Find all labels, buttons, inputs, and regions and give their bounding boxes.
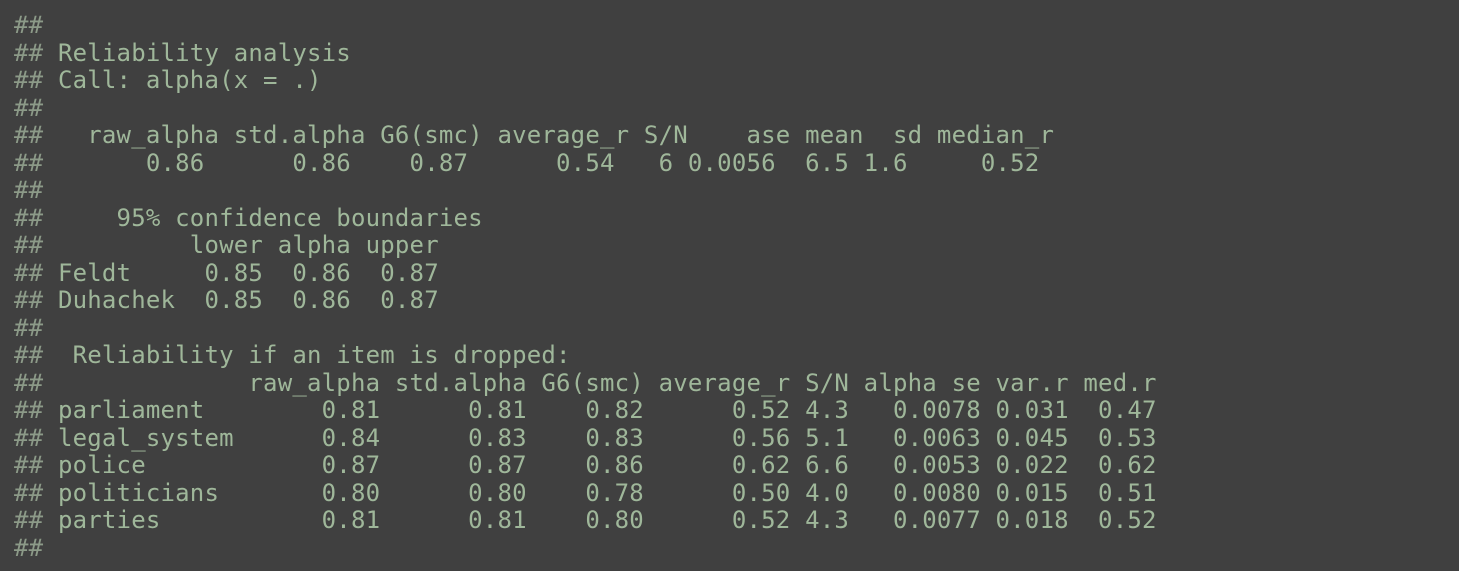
- line-text: politicians 0.80 0.80 0.78 0.50 4.0 0.00…: [43, 478, 1157, 507]
- line-text: parties 0.81 0.81 0.80 0.52 4.3 0.0077 0…: [43, 506, 1157, 534]
- console-line: ## parliament 0.81 0.81 0.82 0.52 4.3 0.…: [14, 396, 1459, 425]
- comment-prefix: ##: [14, 423, 44, 452]
- comment-prefix: ##: [14, 341, 44, 369]
- line-text: Duhachek 0.85 0.86 0.87: [43, 286, 439, 314]
- console-line: ## Reliability analysis: [14, 38, 1459, 68]
- comment-prefix: ##: [14, 176, 44, 204]
- console-line: ## lower alpha upper: [14, 231, 1459, 260]
- comment-prefix: ##: [14, 286, 44, 314]
- comment-prefix: ##: [14, 368, 44, 397]
- line-text: Reliability analysis: [43, 38, 351, 67]
- console-line: ## police 0.87 0.87 0.86 0.62 6.6 0.0053…: [14, 451, 1459, 480]
- comment-prefix: ##: [14, 451, 44, 479]
- comment-prefix: ##: [14, 121, 44, 149]
- comment-prefix: ##: [14, 11, 44, 39]
- comment-prefix: ##: [14, 203, 44, 232]
- line-text: Feldt 0.85 0.86 0.87: [43, 258, 439, 287]
- console-line: ## Duhachek 0.85 0.86 0.87: [14, 286, 1459, 315]
- console-line: ## politicians 0.80 0.80 0.78 0.50 4.0 0…: [14, 478, 1459, 508]
- console-line: ##: [14, 93, 1459, 123]
- comment-prefix: ##: [14, 148, 44, 177]
- line-text: 0.86 0.86 0.87 0.54 6 0.0056 6.5 1.6 0.5…: [43, 148, 1040, 177]
- line-text: parliament 0.81 0.81 0.82 0.52 4.3 0.007…: [43, 396, 1157, 424]
- console-line: ##: [14, 176, 1459, 205]
- line-text: 95% confidence boundaries: [43, 203, 483, 232]
- console-line: ## raw_alpha std.alpha G6(smc) average_r…: [14, 121, 1459, 150]
- comment-prefix: ##: [14, 478, 44, 507]
- comment-prefix: ##: [14, 313, 44, 342]
- comment-prefix: ##: [14, 258, 44, 287]
- comment-prefix: ##: [14, 231, 44, 259]
- comment-prefix: ##: [14, 533, 44, 562]
- line-text: raw_alpha std.alpha G6(smc) average_r S/…: [43, 368, 1157, 397]
- console-line: ## Call: alpha(x = .): [14, 66, 1459, 95]
- line-text: lower alpha upper: [43, 231, 439, 259]
- console-line: ##: [14, 533, 1459, 563]
- comment-prefix: ##: [14, 506, 44, 534]
- comment-prefix: ##: [14, 38, 44, 67]
- line-text: raw_alpha std.alpha G6(smc) average_r S/…: [43, 121, 1055, 149]
- line-text: legal_system 0.84 0.83 0.83 0.56 5.1 0.0…: [43, 423, 1157, 452]
- console-line: ##: [14, 313, 1459, 343]
- line-text: Reliability if an item is dropped:: [43, 341, 571, 369]
- console-line: ## legal_system 0.84 0.83 0.83 0.56 5.1 …: [14, 423, 1459, 453]
- r-console-output: ## ## Reliability analysis ## Call: alph…: [0, 0, 1459, 571]
- line-text: police 0.87 0.87 0.86 0.62 6.6 0.0053 0.…: [43, 451, 1157, 479]
- console-line: ## Reliability if an item is dropped:: [14, 341, 1459, 370]
- console-line: ## parties 0.81 0.81 0.80 0.52 4.3 0.007…: [14, 506, 1459, 535]
- line-text: Call: alpha(x = .): [43, 66, 322, 94]
- console-line: ## Feldt 0.85 0.86 0.87: [14, 258, 1459, 288]
- comment-prefix: ##: [14, 93, 44, 122]
- console-line: ##: [14, 11, 1459, 40]
- console-line: ## raw_alpha std.alpha G6(smc) average_r…: [14, 368, 1459, 398]
- console-line: ## 95% confidence boundaries: [14, 203, 1459, 233]
- comment-prefix: ##: [14, 66, 44, 94]
- comment-prefix: ##: [14, 396, 44, 424]
- console-line: ## 0.86 0.86 0.87 0.54 6 0.0056 6.5 1.6 …: [14, 148, 1459, 178]
